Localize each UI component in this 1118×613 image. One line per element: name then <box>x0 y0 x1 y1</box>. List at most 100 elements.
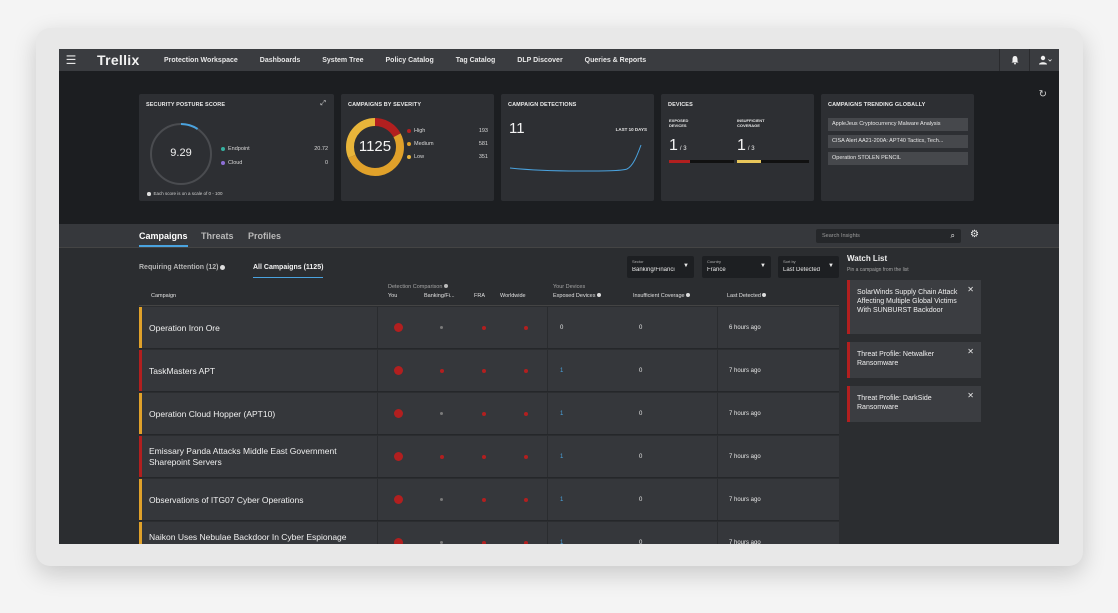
column-divider <box>547 522 548 544</box>
tab-profiles[interactable]: Profiles <box>248 231 281 241</box>
table-row[interactable]: Observations of ITG07 Cyber Operations 1… <box>139 479 839 521</box>
watchlist-item[interactable]: Threat Profile: DarkSide Ransomware ✕ <box>847 386 981 422</box>
sort-filter[interactable]: Sort by Last Detected ▼ <box>778 256 839 278</box>
red-dot-icon <box>524 368 528 373</box>
red-dot-icon <box>394 538 403 544</box>
column-divider <box>547 350 548 391</box>
sector-filter[interactable]: Sector Banking/Financi ▼ <box>627 256 694 278</box>
campaign-detections-card[interactable]: CAMPAIGN DETECTIONS 11 LAST 10 DAYS <box>501 94 654 201</box>
nav-system-tree[interactable]: System Tree <box>311 57 374 64</box>
sector-label: Sector <box>632 259 644 264</box>
low-value: 351 <box>478 154 488 160</box>
chevron-down-icon: ▼ <box>683 263 689 269</box>
col-insufficient-coverage[interactable]: Insufficient Coverage <box>633 293 691 299</box>
watchlist-item-title[interactable]: Threat Profile: Netwalker Ransomware <box>857 350 962 368</box>
table-row[interactable]: TaskMasters APT 1 0 7 hours ago <box>139 350 839 392</box>
devices-card[interactable]: DEVICES EXPOSED DEVICES INSUFFICIENT COVER… <box>661 94 814 201</box>
campaign-name[interactable]: TaskMasters APT <box>149 366 374 377</box>
severity-bar <box>139 436 142 477</box>
campaigns-by-severity-card[interactable]: CAMPAIGNS BY SEVERITY 1125 High 193 Medi… <box>341 94 494 201</box>
campaign-name[interactable]: Emissary Panda Attacks Middle East Gover… <box>149 446 374 468</box>
table-row[interactable]: Naikon Uses Nebulae Backdoor In Cyber Es… <box>139 522 839 544</box>
high-dot <box>407 128 411 133</box>
watchlist-item-title[interactable]: Threat Profile: DarkSide Ransomware <box>857 394 962 412</box>
info-icon <box>147 192 151 196</box>
trellix-logo[interactable]: Trellix <box>97 52 153 68</box>
user-icon[interactable] <box>1029 49 1059 71</box>
trending-item[interactable]: Operation STOLEN PENCIL <box>828 152 968 165</box>
campaigns-trending-card[interactable]: CAMPAIGNS TRENDING GLOBALLY AppleJeus Cr… <box>821 94 974 201</box>
col-worldwide[interactable]: Worldwide <box>500 293 526 299</box>
table-row[interactable]: Operation Iron Ore 0 0 6 hours ago <box>139 307 839 349</box>
exposed-devices-value[interactable]: 1 <box>560 393 563 434</box>
red-dot-icon <box>482 411 486 416</box>
low-dot <box>407 154 411 159</box>
tab-campaigns[interactable]: Campaigns <box>139 231 188 247</box>
high-legend: High <box>407 128 425 134</box>
nav-tag-catalog[interactable]: Tag Catalog <box>445 57 507 64</box>
last-detected-value: 7 hours ago <box>729 367 761 374</box>
nav-policy-catalog[interactable]: Policy Catalog <box>375 57 445 64</box>
campaign-name[interactable]: Naikon Uses Nebulae Backdoor In Cyber Es… <box>149 532 374 543</box>
watchlist-item-title[interactable]: SolarWinds Supply Chain Attack Affecting… <box>857 288 962 315</box>
severity-bar <box>139 307 142 348</box>
table-row[interactable]: Operation Cloud Hopper (APT10) 1 0 7 hou… <box>139 393 839 435</box>
tab-threats[interactable]: Threats <box>201 231 234 241</box>
card-title: CAMPAIGN DETECTIONS <box>508 102 577 108</box>
nav-protection-workspace[interactable]: Protection Workspace <box>153 57 249 64</box>
gear-icon[interactable]: ⚙ <box>970 229 979 240</box>
close-icon[interactable]: ✕ <box>967 347 974 356</box>
exposed-devices-value[interactable]: 0 <box>560 307 563 348</box>
subtab-all-campaigns[interactable]: All Campaigns (1125) <box>253 264 324 278</box>
exposed-devices-value[interactable]: 1 <box>560 436 563 477</box>
table-row[interactable]: Emissary Panda Attacks Middle East Gover… <box>139 436 839 478</box>
col-you[interactable]: You <box>388 293 397 299</box>
column-divider <box>377 436 378 477</box>
menu-icon[interactable]: ☰ <box>59 49 83 71</box>
red-dot-icon <box>482 540 486 544</box>
col-exposed-label: Exposed Devices <box>553 293 596 299</box>
expand-icon[interactable]: ⤢ <box>320 100 326 108</box>
endpoint-dot <box>221 146 225 151</box>
campaign-name[interactable]: Operation Cloud Hopper (APT10) <box>149 409 374 420</box>
exposed-devices-value[interactable]: 1 <box>560 522 563 545</box>
red-dot-icon <box>394 323 403 332</box>
search-insights-input[interactable]: Search Insights ⌕ <box>816 229 961 243</box>
bell-icon[interactable] <box>999 49 1029 71</box>
close-icon[interactable]: ✕ <box>967 285 974 294</box>
col-campaign[interactable]: Campaign <box>151 293 176 299</box>
severity-bar <box>139 522 142 544</box>
watchlist-item[interactable]: SolarWinds Supply Chain Attack Affecting… <box>847 280 981 334</box>
refresh-icon[interactable]: ↻ <box>1039 89 1047 100</box>
col-last-detected[interactable]: Last Detected <box>727 293 767 299</box>
nav-dashboards[interactable]: Dashboards <box>249 57 311 64</box>
col-exposed-devices[interactable]: Exposed Devices <box>553 293 602 299</box>
campaign-name[interactable]: Observations of ITG07 Cyber Operations <box>149 495 374 506</box>
search-icon[interactable]: ⌕ <box>951 231 955 241</box>
exposed-devices-value[interactable]: 1 <box>560 350 563 391</box>
column-divider <box>717 307 718 348</box>
watchlist-item[interactable]: Threat Profile: Netwalker Ransomware ✕ <box>847 342 981 378</box>
exposed-devices-value[interactable]: 1 <box>560 479 563 520</box>
insufficient-coverage-value: 0 <box>639 453 643 460</box>
country-filter[interactable]: Country France ▼ <box>702 256 771 278</box>
detections-sparkline <box>509 144 642 172</box>
trending-item[interactable]: CISA Alert AA21-200A: APT40 Tactics, Tec… <box>828 135 968 148</box>
worldwide-marker <box>524 522 528 544</box>
close-icon[interactable]: ✕ <box>967 391 974 400</box>
campaign-name[interactable]: Operation Iron Ore <box>149 323 374 334</box>
banking-marker <box>440 522 443 544</box>
security-posture-card[interactable]: SECURITY POSTURE SCORE ⤢ 9.29 Endpoint 2… <box>139 94 334 201</box>
you-marker <box>394 436 403 477</box>
fra-marker <box>482 522 486 544</box>
trending-item[interactable]: AppleJeus Cryptocurrency Malware Analysi… <box>828 118 968 131</box>
chevron-down-icon: ▼ <box>828 263 834 269</box>
col-fra[interactable]: FRA <box>474 293 485 299</box>
subtab-requiring-attention[interactable]: Requiring Attention (12) <box>139 264 226 271</box>
worldwide-marker <box>524 350 528 391</box>
cloud-value: 0 <box>324 160 328 166</box>
col-banking[interactable]: Banking/Fi... <box>424 293 455 299</box>
nav-queries-reports[interactable]: Queries & Reports <box>574 57 657 64</box>
nav-dlp-discover[interactable]: DLP Discover <box>506 57 573 64</box>
table-header: Campaign Detection Comparison You Bankin… <box>139 284 839 306</box>
